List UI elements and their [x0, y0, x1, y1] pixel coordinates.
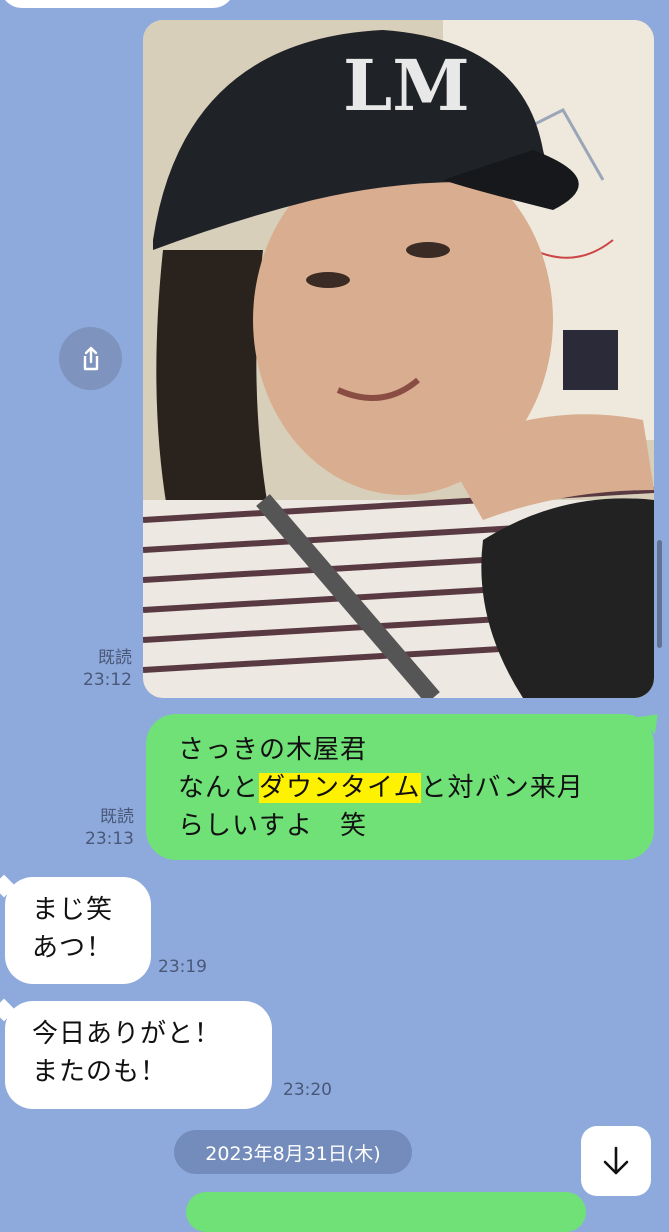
message-time: 23:19: [158, 957, 207, 977]
received-bubble-partial[interactable]: [0, 0, 235, 8]
received-message-bubble[interactable]: まじ笑 あつ！: [5, 877, 151, 984]
highlighted-text: ダウンタイム: [259, 773, 421, 803]
message-time: 23:12: [83, 670, 132, 690]
scroll-to-bottom-button[interactable]: [581, 1126, 651, 1196]
date-separator: 2023年8月31日(木): [174, 1130, 412, 1174]
scrollbar[interactable]: [657, 540, 662, 648]
sent-line-1: さっきの木屋君: [178, 735, 368, 765]
share-button[interactable]: [59, 327, 122, 390]
sent-message-bubble-partial[interactable]: [186, 1192, 586, 1232]
sent-message-bubble[interactable]: さっきの木屋君 なんとダウンタイムと対バン来月 らしいすよ 笑: [146, 714, 654, 860]
message-time: 23:20: [283, 1080, 332, 1100]
received-message-text: まじ笑 あつ！: [32, 895, 114, 963]
share-icon: [83, 346, 98, 370]
sent-line-2: なんとダウンタイムと対バン来月: [178, 769, 584, 807]
sent-line-3: らしいすよ 笑: [178, 811, 368, 841]
read-receipt: 既読: [100, 807, 134, 827]
message-meta-sent: 既読 23:13: [72, 806, 134, 850]
read-receipt: 既読: [98, 648, 132, 668]
svg-text:LM: LM: [343, 44, 470, 127]
photo-message[interactable]: LM: [143, 20, 654, 698]
message-meta-image: 既読 23:12: [70, 647, 132, 691]
sent-message-text: さっきの木屋君 なんとダウンタイムと対バン来月 らしいすよ 笑: [178, 731, 584, 845]
message-time: 23:13: [85, 829, 134, 849]
arrow-down-icon: [603, 1146, 629, 1175]
sent-line-2-post: と対バン来月: [420, 773, 584, 803]
received-message-text: 今日ありがと！ またのも！: [32, 1019, 222, 1087]
received-message-bubble[interactable]: 今日ありがと！ またのも！: [5, 1001, 272, 1109]
sent-line-2-pre: なんと: [178, 773, 260, 803]
photo-illustration: LM: [143, 20, 654, 698]
